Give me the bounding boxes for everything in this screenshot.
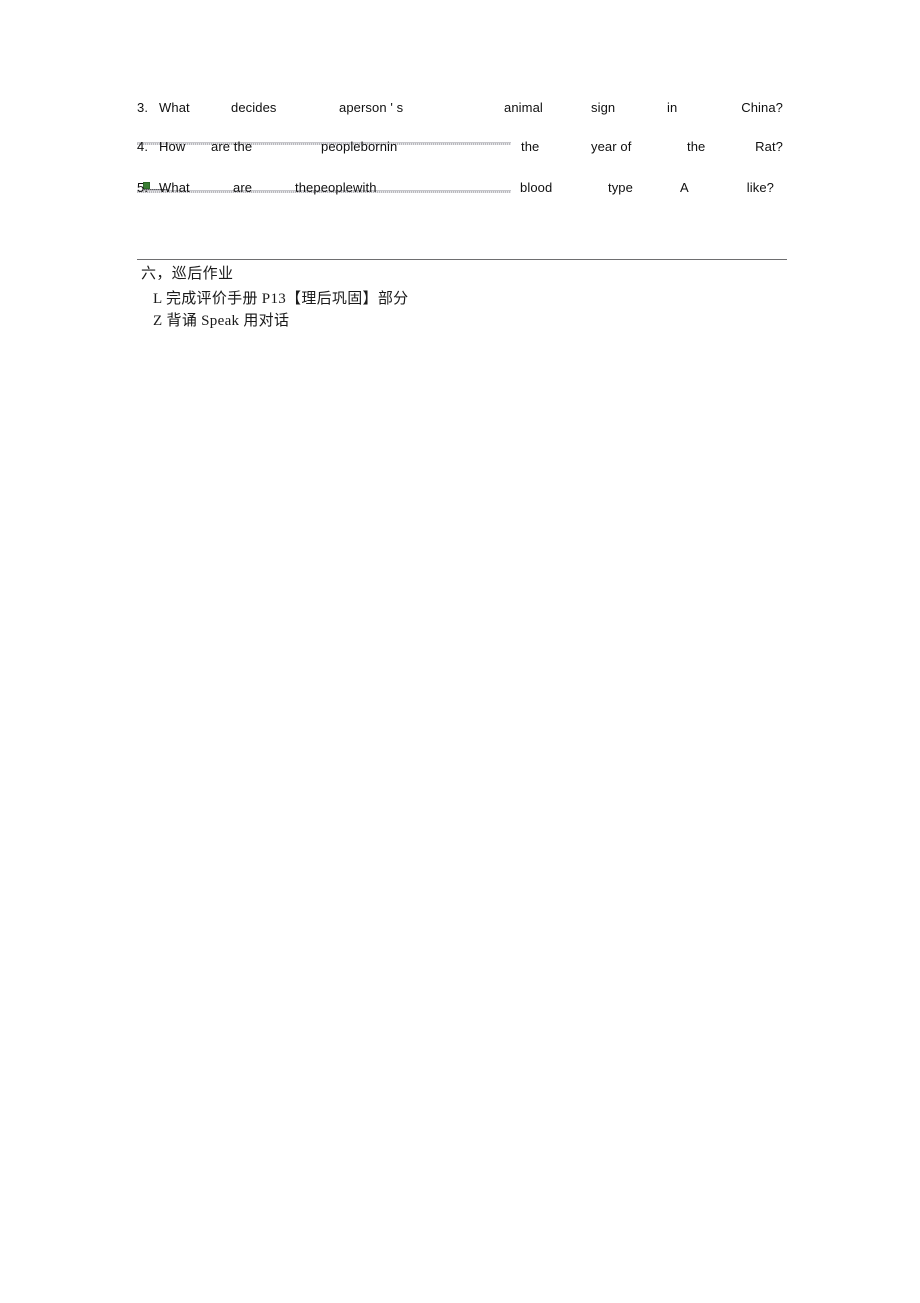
question-token: thepeoplewith — [295, 180, 377, 195]
question-token: animal — [504, 100, 543, 115]
question-token: aperson ' s — [339, 100, 404, 115]
question-token: decides — [231, 100, 277, 115]
question-row-3: 3. What decides aperson ' s animal sign … — [137, 100, 788, 115]
homework-section: 六，巡后作业 L 完成评价手册 P13【理后巩固】部分 Z 背诵 Speak 用… — [141, 263, 641, 332]
question-token: the — [687, 139, 706, 154]
question-token: sign — [591, 100, 616, 115]
question-token: the — [521, 139, 540, 154]
question-token: year of — [591, 139, 632, 154]
question-token: are the — [211, 139, 253, 154]
question-token: blood — [520, 180, 553, 195]
question-token: What — [159, 180, 190, 195]
homework-heading: 六，巡后作业 — [141, 266, 234, 282]
section-divider — [137, 259, 787, 260]
question-token: A — [680, 180, 689, 195]
question-number: 3. — [137, 100, 149, 115]
question-token: China? — [741, 100, 783, 115]
question-token: like? — [746, 180, 774, 195]
question-number: 4. — [137, 139, 149, 154]
question-token: How — [159, 139, 186, 154]
document-page: 3. What decides aperson ' s animal sign … — [0, 0, 920, 1303]
question-list: 3. What decides aperson ' s animal sign … — [137, 100, 788, 195]
homework-item: Z 背诵 Speak 用对话 — [153, 313, 290, 329]
question-token: type — [608, 180, 633, 195]
question-token: What — [159, 100, 190, 115]
question-number: 5. — [137, 180, 149, 195]
question-token: in — [667, 100, 678, 115]
question-token: are — [233, 180, 253, 195]
homework-item: L 完成评价手册 P13【理后巩固】部分 — [153, 291, 409, 307]
question-token: peoplebornin — [321, 139, 398, 154]
question-token: Rat? — [755, 139, 783, 154]
question-row-5: 5. What are thepeoplewith blood type A l… — [137, 180, 788, 195]
question-row-4: 4. How are the peoplebornin the year of … — [137, 139, 788, 154]
